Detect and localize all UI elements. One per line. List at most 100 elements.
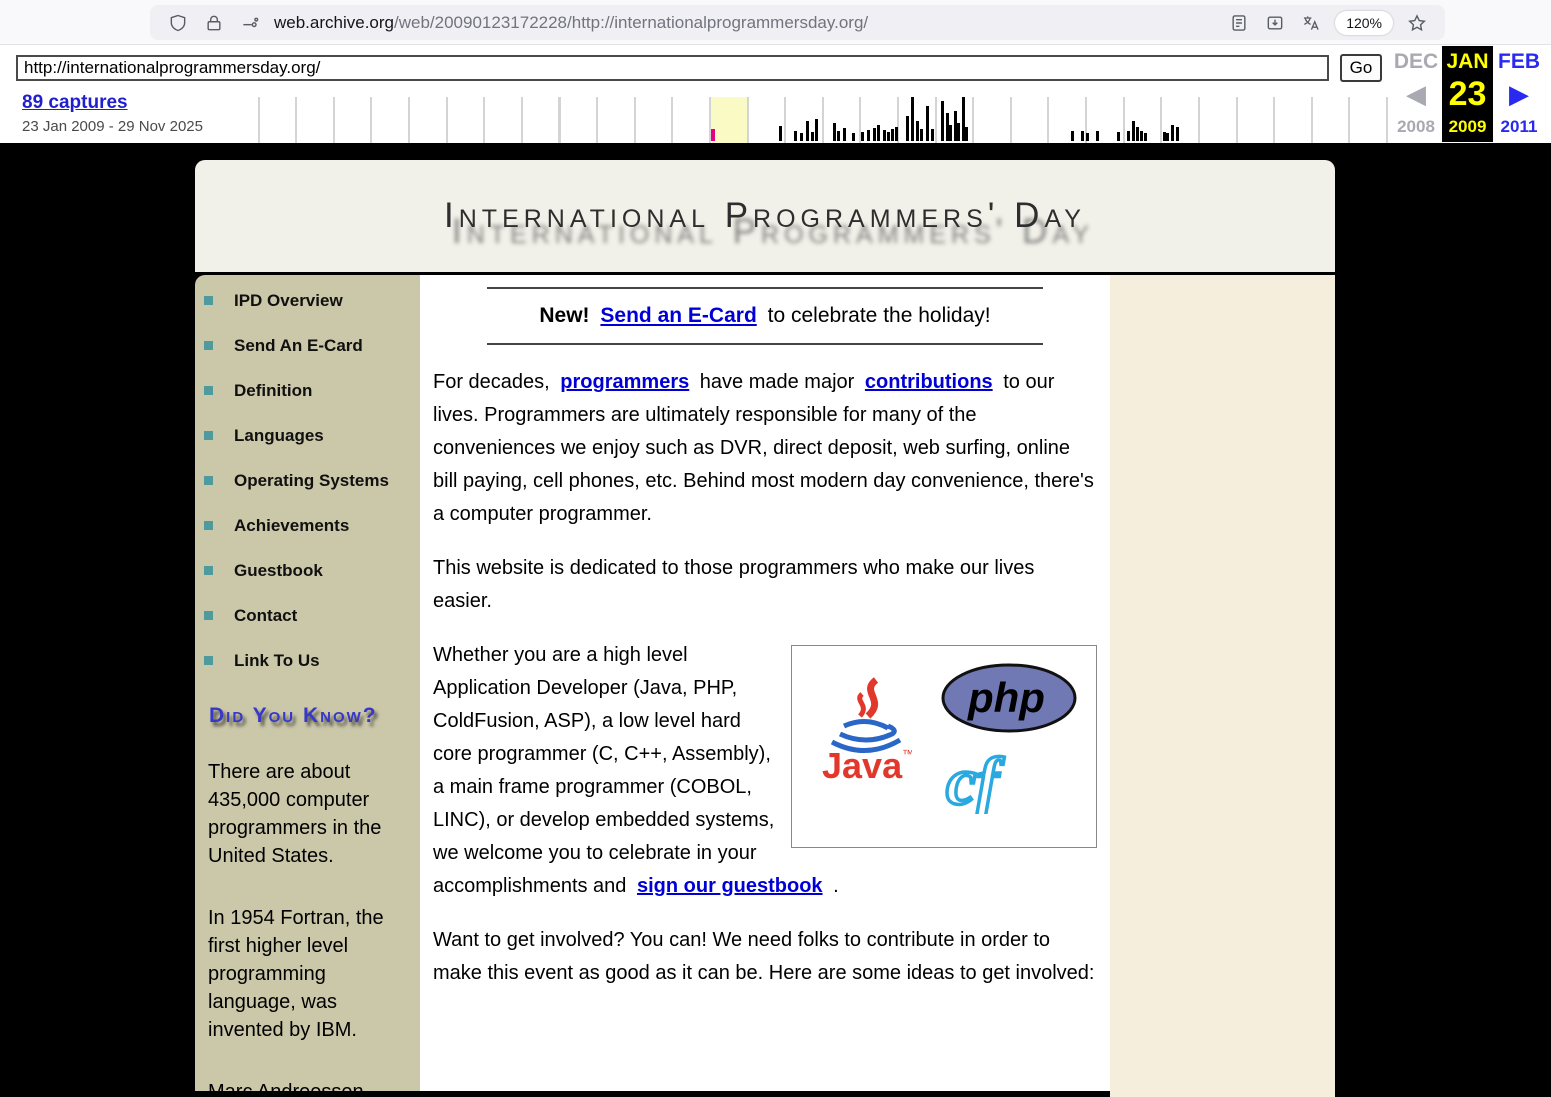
bullet-icon bbox=[204, 431, 213, 440]
sidebar-item-guestbook[interactable]: Guestbook bbox=[195, 548, 420, 593]
current-capture-column: JAN 23 2009 bbox=[1442, 46, 1493, 142]
capture-count-bar bbox=[891, 129, 894, 141]
coldfusion-logo: cf bbox=[944, 748, 1054, 825]
address-bar[interactable]: web.archive.org/web/20090123172228/http:… bbox=[150, 5, 1445, 40]
permissions-icon[interactable] bbox=[240, 13, 260, 33]
url-text[interactable]: web.archive.org/web/20090123172228/http:… bbox=[274, 13, 1221, 33]
capture-count-bar bbox=[794, 131, 797, 141]
sidebar-item-definition[interactable]: Definition bbox=[195, 368, 420, 413]
bullet-icon bbox=[204, 611, 213, 620]
sign-guestbook-link[interactable]: sign our guestbook bbox=[637, 875, 823, 897]
archived-page-viewport: International Programmers' Day IPD Overv… bbox=[0, 143, 1551, 1097]
sidebar-item-label: Send An E-Card bbox=[234, 336, 363, 356]
sidebar-item-link-to-us[interactable]: Link To Us bbox=[195, 638, 420, 683]
wayback-go-button[interactable]: Go bbox=[1340, 54, 1382, 82]
capture-count-bar bbox=[941, 101, 944, 141]
sidebar-item-label: Link To Us bbox=[234, 651, 320, 671]
capture-count-bar bbox=[883, 130, 886, 141]
capture-count-bar bbox=[1117, 132, 1120, 141]
java-logo: Java ™ bbox=[820, 676, 912, 799]
capture-count-bar bbox=[1176, 127, 1179, 141]
sidebar-item-label: Achievements bbox=[234, 516, 349, 536]
sidebar-item-send-ecard[interactable]: Send An E-Card bbox=[195, 323, 420, 368]
next-capture-arrow-icon[interactable]: ▶ bbox=[1493, 76, 1545, 114]
timeline-year-cell bbox=[1350, 97, 1386, 143]
welcome-text-end: . bbox=[833, 875, 839, 897]
wayback-url-input[interactable] bbox=[16, 55, 1329, 81]
php-wordmark: php bbox=[967, 674, 1045, 721]
sidebar-item-achievements[interactable]: Achievements bbox=[195, 503, 420, 548]
bullet-icon bbox=[204, 521, 213, 530]
capture-count-bar bbox=[931, 129, 934, 141]
paragraph-dedication: This website is dedicated to those progr… bbox=[433, 552, 1097, 618]
contributions-link[interactable]: contributions bbox=[865, 371, 993, 393]
lock-icon[interactable] bbox=[204, 13, 224, 33]
sidebar-item-ipd-overview[interactable]: IPD Overview bbox=[195, 278, 420, 323]
ecard-banner: New! Send an E-Card to celebrate the hol… bbox=[487, 287, 1043, 345]
zoom-level-badge[interactable]: 120% bbox=[1335, 11, 1393, 35]
capture-count-bar bbox=[920, 129, 923, 141]
send-ecard-link[interactable]: Send an E-Card bbox=[600, 304, 756, 327]
save-page-icon[interactable] bbox=[1265, 13, 1285, 33]
sidebar-item-contact[interactable]: Contact bbox=[195, 593, 420, 638]
timeline-year-cell bbox=[711, 97, 747, 143]
capture-count-bar bbox=[1127, 131, 1130, 141]
capture-count-bar bbox=[965, 127, 968, 141]
prev-capture-column: DEC ◀ 2008 bbox=[1390, 46, 1442, 142]
cf-wordmark: cf bbox=[946, 748, 1005, 814]
capture-count-bar bbox=[1132, 121, 1135, 141]
prev-month-label: DEC bbox=[1390, 46, 1442, 76]
paragraph-welcome: Java ™ php cf bbox=[433, 639, 1097, 903]
current-day-label: 23 bbox=[1442, 76, 1493, 114]
site-header: International Programmers' Day bbox=[195, 160, 1335, 272]
fact-fortran: In 1954 Fortran, the first higher level … bbox=[208, 904, 408, 1044]
capture-count-bar bbox=[877, 125, 880, 141]
new-label: New! bbox=[539, 304, 589, 327]
current-month-label: JAN bbox=[1442, 46, 1493, 76]
timeline-year-cell bbox=[222, 97, 258, 143]
timeline-year-cell bbox=[636, 97, 672, 143]
intro-text-2: have made major bbox=[700, 371, 855, 393]
current-year-label: 2009 bbox=[1442, 114, 1493, 140]
capture-count-bar bbox=[800, 133, 803, 141]
capture-count-bar bbox=[1140, 131, 1143, 141]
capture-count-bar bbox=[949, 125, 952, 141]
prev-capture-arrow-icon[interactable]: ◀ bbox=[1390, 76, 1442, 114]
capture-count-bar bbox=[867, 130, 870, 141]
timeline-year-cell bbox=[561, 97, 597, 143]
capture-count-bar bbox=[1144, 133, 1147, 141]
fact-marc-andreessen: Marc Andreessen bbox=[208, 1078, 408, 1097]
bookmark-star-icon[interactable] bbox=[1407, 13, 1427, 33]
timeline-year-cell bbox=[1313, 97, 1349, 143]
did-you-know-heading: Did You Know? bbox=[209, 704, 420, 728]
capture-count-bar bbox=[811, 132, 814, 141]
shield-icon[interactable] bbox=[168, 13, 188, 33]
prev-year-label[interactable]: 2008 bbox=[1390, 114, 1442, 140]
fact-programmer-count: There are about 435,000 computer program… bbox=[208, 758, 408, 870]
sidebar-item-operating-systems[interactable]: Operating Systems bbox=[195, 458, 420, 503]
paragraph-get-involved: Want to get involved? You can! We need f… bbox=[433, 924, 1097, 990]
captures-link[interactable]: 89 captures bbox=[22, 92, 128, 114]
capture-timeline[interactable] bbox=[222, 97, 1388, 143]
programmers-link[interactable]: programmers bbox=[560, 371, 689, 393]
url-path: /web/20090123172228/http://international… bbox=[394, 13, 868, 32]
reader-view-icon[interactable] bbox=[1229, 13, 1249, 33]
translate-icon[interactable] bbox=[1301, 13, 1321, 33]
next-month-label[interactable]: FEB bbox=[1493, 46, 1545, 76]
next-capture-column: FEB ▶ 2011 bbox=[1493, 46, 1545, 142]
next-year-label[interactable]: 2011 bbox=[1493, 114, 1545, 140]
sidebar-item-label: Operating Systems bbox=[234, 471, 389, 491]
timeline-year-cell bbox=[372, 97, 408, 143]
capture-date-range: 23 Jan 2009 - 29 Nov 2025 bbox=[22, 118, 203, 135]
capture-count-bar bbox=[861, 132, 864, 141]
timeline-year-cell bbox=[335, 97, 371, 143]
timeline-year-cell bbox=[1049, 97, 1085, 143]
capture-count-bar bbox=[873, 128, 876, 141]
wayback-toolbar: Go 89 captures 23 Jan 2009 - 29 Nov 2025… bbox=[0, 45, 1551, 143]
sidebar-item-label: Guestbook bbox=[234, 561, 323, 581]
bullet-icon bbox=[204, 566, 213, 575]
archived-site: International Programmers' Day IPD Overv… bbox=[195, 160, 1335, 1097]
sidebar-item-languages[interactable]: Languages bbox=[195, 413, 420, 458]
capture-count-bar bbox=[911, 97, 914, 141]
timeline-year-cell bbox=[598, 97, 634, 143]
